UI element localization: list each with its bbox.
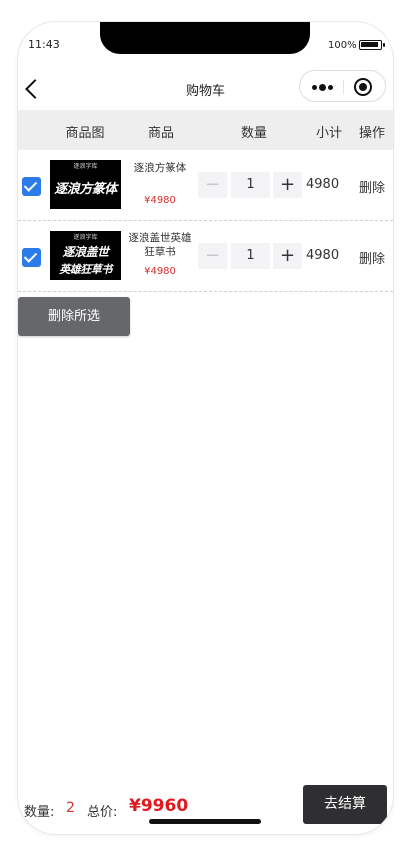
table-header: 商品图 商品 数量 小计 操作 [18, 110, 393, 150]
cart-row: 逐浪字库 逐浪盖世 英雄狂草书 逐浪盖世英雄狂草书 ¥4980 − 1 + 49… [18, 221, 393, 292]
product-image[interactable]: 逐浪字库 逐浪方篆体 [50, 160, 121, 209]
total-value: ¥9960 [129, 796, 189, 816]
count-value: 2 [66, 800, 75, 816]
delete-button[interactable]: 删除 [359, 248, 385, 267]
mini-program-capsule [299, 70, 386, 102]
total-label: 总价: [87, 805, 118, 820]
nav-bar: 购物车 [18, 66, 393, 110]
quantity-field[interactable]: 1 [231, 243, 270, 269]
battery-icon [359, 40, 385, 50]
count-label: 数量: [24, 805, 55, 820]
status-time: 11:43 [28, 38, 60, 51]
quantity-field[interactable]: 1 [231, 172, 270, 198]
target-icon[interactable] [354, 78, 372, 96]
cart-row: 逐浪字库 逐浪方篆体 逐浪方篆体 ¥4980 − 1 + 4980 删除 [18, 150, 393, 221]
minus-icon[interactable]: − [198, 243, 227, 269]
product-name: 逐浪方篆体 [133, 162, 187, 174]
capsule-divider [343, 80, 344, 94]
header-image: 商品图 [65, 126, 105, 141]
header-product: 商品 [147, 126, 174, 141]
thumb-title-line1: 逐浪盖世 [62, 245, 109, 259]
thumb-title-line2: 英雄狂草书 [59, 263, 112, 276]
phone-frame: 11:43 100% 购物车 商品图 商品 数量 小计 操作 逐浪字库 逐浪方篆… [18, 22, 393, 834]
check-icon[interactable] [22, 248, 41, 267]
plus-icon[interactable]: + [273, 243, 302, 269]
check-icon[interactable] [22, 177, 41, 196]
delete-button[interactable]: 删除 [359, 177, 385, 196]
header-action: 操作 [358, 126, 385, 141]
thumb-brand: 逐浪字库 [73, 234, 98, 241]
thumb-title: 逐浪方篆体 [54, 182, 117, 197]
home-indicator [149, 819, 261, 824]
product-name: 逐浪盖世英雄狂草书 [128, 232, 192, 258]
product-price: ¥4980 [144, 266, 176, 277]
row-subtotal: 4980 [306, 177, 340, 192]
more-icon[interactable] [312, 84, 333, 91]
notch [100, 22, 310, 54]
checkout-button[interactable]: 去结算 [303, 785, 387, 824]
minus-icon[interactable]: − [198, 172, 227, 198]
delete-selected-button[interactable]: 删除所选 [18, 297, 130, 336]
battery-percent: 100% [328, 40, 357, 51]
thumb-brand: 逐浪字库 [73, 163, 98, 170]
product-price: ¥4980 [144, 195, 176, 206]
cart-footer: 数量: 2 总价: ¥9960 去结算 [18, 784, 393, 834]
header-quantity: 数量 [240, 126, 267, 141]
header-subtotal: 小计 [315, 126, 342, 141]
row-subtotal: 4980 [306, 248, 340, 263]
plus-icon[interactable]: + [273, 172, 302, 198]
product-image[interactable]: 逐浪字库 逐浪盖世 英雄狂草书 [50, 231, 121, 280]
